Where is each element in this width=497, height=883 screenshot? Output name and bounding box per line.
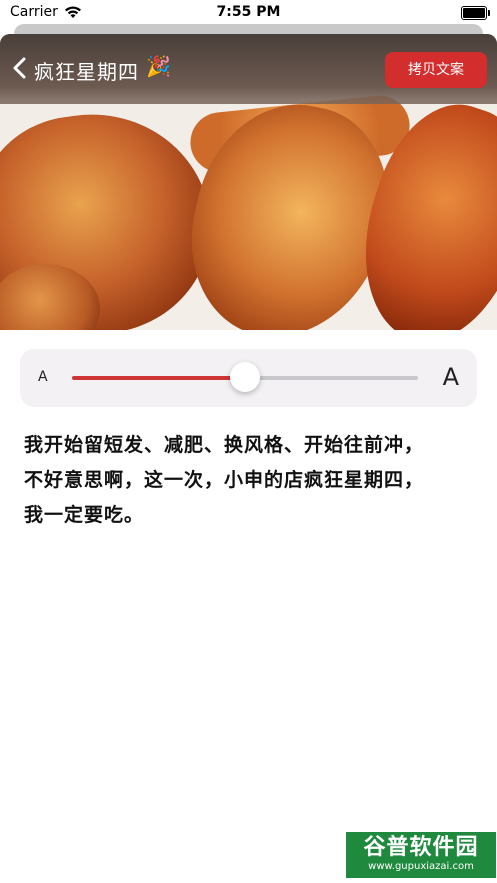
- text-line: 我一定要吃。: [24, 504, 145, 526]
- chevron-left-icon[interactable]: [10, 56, 30, 80]
- watermark-brand: 谷普软件园: [363, 835, 479, 860]
- copy-text-content: 我开始留短发、减肥、换风格、开始往前冲， 不好意思啊，这一次，小申的店疯狂星期四…: [24, 428, 474, 533]
- watermark-logo: 谷普软件园 www.gupuxiazai.com: [346, 832, 496, 878]
- battery-icon: [461, 6, 490, 20]
- slider-fill: [72, 376, 245, 380]
- copy-text-button[interactable]: 拷贝文案: [385, 52, 487, 88]
- text-line: 我开始留短发、减肥、换风格、开始往前冲，: [24, 434, 425, 456]
- nav-bar: 疯狂星期四 🎉 拷贝文案: [0, 34, 497, 104]
- font-size-slider-card: A A: [20, 349, 477, 407]
- hero-image: 疯狂星期四 🎉 拷贝文案: [0, 34, 497, 330]
- status-bar: Carrier 7:55 PM: [0, 0, 497, 26]
- font-size-min-label: A: [38, 369, 48, 385]
- slider-thumb[interactable]: [230, 362, 260, 392]
- page-title: 疯狂星期四: [34, 60, 139, 84]
- status-time: 7:55 PM: [216, 4, 281, 20]
- watermark-url: www.gupuxiazai.com: [368, 861, 474, 872]
- font-size-max-label: A: [442, 363, 459, 391]
- text-line: 不好意思啊，这一次，小申的店疯狂星期四，: [24, 469, 425, 491]
- font-size-slider[interactable]: [72, 362, 418, 392]
- party-popper-icon: 🎉: [146, 54, 171, 78]
